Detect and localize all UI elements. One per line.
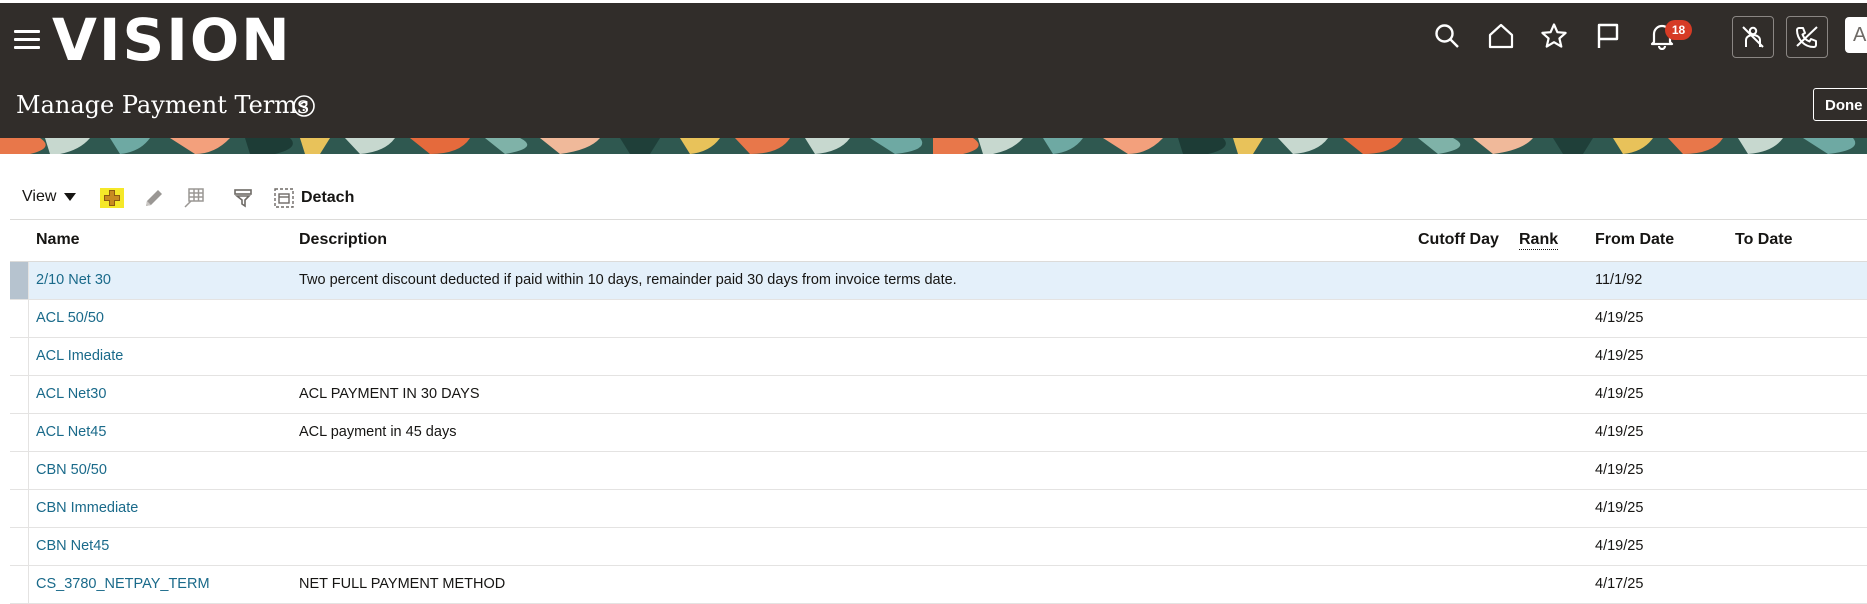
menu-icon[interactable]: [14, 30, 40, 50]
global-header: VISION 18 Al Manage Payment Terms ? Done: [0, 3, 1867, 138]
row-selector[interactable]: [10, 566, 28, 603]
row-selector[interactable]: [10, 338, 28, 375]
done-button[interactable]: Done: [1813, 88, 1867, 121]
home-icon[interactable]: [1484, 19, 1518, 53]
term-name-link[interactable]: 2/10 Net 30: [36, 272, 111, 288]
page-title: Manage Payment Terms: [16, 91, 310, 119]
table-row[interactable]: ACL Net30 ACL PAYMENT IN 30 DAYS 4/19/25: [10, 376, 1867, 414]
call-off-button[interactable]: [1786, 16, 1828, 58]
view-menu-label: View: [22, 188, 57, 205]
detach-icon[interactable]: [270, 184, 298, 212]
table-row[interactable]: CBN 50/50 4/19/25: [10, 452, 1867, 490]
term-description: NET FULL PAYMENT METHOD: [299, 576, 506, 592]
row-divider: [28, 376, 29, 413]
freeze-columns-icon[interactable]: [180, 184, 208, 212]
term-name-link[interactable]: CS_3780_NETPAY_TERM: [36, 576, 210, 592]
accessibility-toggle-button[interactable]: [1732, 16, 1774, 58]
edit-icon[interactable]: [140, 184, 168, 212]
decorative-banner: [0, 138, 1867, 154]
term-name-link[interactable]: CBN Immediate: [36, 500, 138, 516]
chevron-down-icon: [64, 192, 77, 201]
table-toolbar: View Detach: [0, 182, 1867, 214]
column-header-from-date[interactable]: From Date: [1595, 231, 1674, 249]
svg-text:?: ?: [300, 98, 309, 114]
column-header-to-date[interactable]: To Date: [1735, 231, 1792, 249]
table-header: Name Description Cutoff Day Rank From Da…: [10, 219, 1867, 262]
help-icon[interactable]: ?: [292, 94, 316, 118]
term-from-date: 11/1/92: [1595, 272, 1643, 288]
term-name-link[interactable]: CBN 50/50: [36, 462, 107, 478]
row-divider: [28, 566, 29, 603]
add-icon[interactable]: [98, 184, 126, 212]
term-from-date: 4/19/25: [1595, 348, 1644, 364]
row-divider: [28, 338, 29, 375]
payment-terms-table: Name Description Cutoff Day Rank From Da…: [10, 219, 1867, 604]
term-name-link[interactable]: ACL Net30: [36, 386, 106, 402]
term-from-date: 4/19/25: [1595, 500, 1644, 516]
row-selector[interactable]: [10, 300, 28, 337]
view-menu[interactable]: View: [22, 188, 77, 206]
search-icon[interactable]: [1430, 19, 1464, 53]
table-body: 2/10 Net 30 Two percent discount deducted…: [10, 262, 1867, 604]
notification-count-badge: 18: [1665, 20, 1692, 40]
term-description: Two percent discount deducted if paid wi…: [299, 272, 957, 288]
table-row[interactable]: ACL 50/50 4/19/25: [10, 300, 1867, 338]
row-selector[interactable]: [10, 452, 28, 489]
term-name-link[interactable]: ACL 50/50: [36, 310, 104, 326]
table-row[interactable]: 2/10 Net 30 Two percent discount deducted…: [10, 262, 1867, 300]
term-from-date: 4/19/25: [1595, 538, 1644, 554]
table-row[interactable]: CBN Immediate 4/19/25: [10, 490, 1867, 528]
term-description: ACL PAYMENT IN 30 DAYS: [299, 386, 480, 402]
column-header-rank[interactable]: Rank: [1519, 231, 1559, 250]
table-row[interactable]: CBN Net45 4/19/25: [10, 528, 1867, 566]
detach-button[interactable]: Detach: [301, 189, 354, 207]
column-header-cutoff-day[interactable]: Cutoff Day: [1418, 231, 1499, 249]
row-selector[interactable]: [10, 414, 28, 451]
table-row[interactable]: ACL Imediate 4/19/25: [10, 338, 1867, 376]
table-row[interactable]: ACL Net45 ACL payment in 45 days 4/19/25: [10, 414, 1867, 452]
app-logo[interactable]: VISION: [52, 5, 292, 75]
column-header-name[interactable]: Name: [36, 231, 80, 249]
row-divider: [28, 414, 29, 451]
term-name-link[interactable]: ACL Net45: [36, 424, 106, 440]
row-divider: [28, 262, 29, 299]
row-selector[interactable]: [10, 376, 28, 413]
row-selector[interactable]: [10, 490, 28, 527]
table-row[interactable]: CS_3780_NETPAY_TERM NET FULL PAYMENT METH…: [10, 566, 1867, 604]
column-header-description[interactable]: Description: [299, 231, 387, 249]
user-avatar[interactable]: Al: [1845, 17, 1867, 53]
term-name-link[interactable]: CBN Net45: [36, 538, 109, 554]
term-name-link[interactable]: ACL Imediate: [36, 348, 123, 364]
row-divider: [28, 300, 29, 337]
term-from-date: 4/17/25: [1595, 576, 1644, 592]
row-selector[interactable]: [10, 262, 28, 299]
row-selector[interactable]: [10, 528, 28, 565]
row-divider: [28, 528, 29, 565]
row-divider: [28, 452, 29, 489]
row-divider: [28, 490, 29, 527]
term-description: ACL payment in 45 days: [299, 424, 457, 440]
term-from-date: 4/19/25: [1595, 386, 1644, 402]
term-from-date: 4/19/25: [1595, 424, 1644, 440]
term-from-date: 4/19/25: [1595, 310, 1644, 326]
star-icon[interactable]: [1537, 19, 1571, 53]
term-from-date: 4/19/25: [1595, 462, 1644, 478]
flag-icon[interactable]: [1591, 19, 1625, 53]
query-by-example-icon[interactable]: [230, 184, 258, 212]
